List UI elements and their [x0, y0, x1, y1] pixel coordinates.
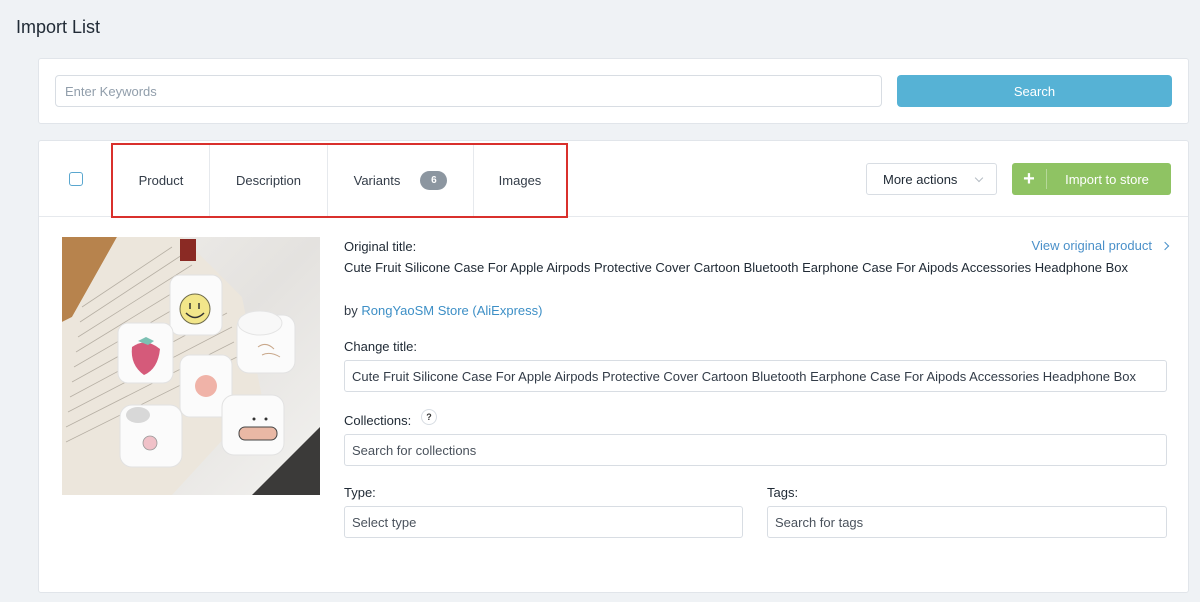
- product-image: [62, 237, 320, 495]
- tags-label: Tags:: [767, 485, 799, 500]
- import-to-store-button[interactable]: + Import to store: [1012, 163, 1171, 195]
- store-link[interactable]: RongYaoSM Store (AliExpress): [361, 303, 542, 318]
- variants-count-badge: 6: [420, 171, 448, 190]
- page-title: Import List: [16, 17, 101, 37]
- more-actions-label: More actions: [883, 171, 958, 187]
- type-select[interactable]: [344, 506, 743, 538]
- view-original-label: View original product: [1031, 238, 1152, 253]
- tab-description[interactable]: Description: [210, 145, 328, 216]
- product-card: Product Description Variants 6 Images Mo…: [38, 140, 1189, 593]
- change-title-label: Change title:: [344, 339, 417, 354]
- search-button[interactable]: Search: [897, 75, 1172, 107]
- page-scroll-gutter: [1189, 0, 1200, 602]
- product-photo: [62, 237, 320, 495]
- tab-label: Variants: [353, 173, 401, 188]
- tab-label: Product: [138, 173, 184, 188]
- tab-label: Images: [498, 173, 542, 188]
- tab-variants[interactable]: Variants 6: [328, 145, 474, 216]
- chevron-down-icon: [974, 173, 984, 183]
- search-card: Search: [38, 58, 1189, 124]
- type-label: Type:: [344, 485, 376, 500]
- product-tabs: Product Description Variants 6 Images: [111, 143, 568, 218]
- chevron-right-icon: [1160, 241, 1170, 250]
- view-original-product-link[interactable]: View original product: [1031, 238, 1170, 253]
- select-product-checkbox[interactable]: [69, 172, 83, 186]
- tab-label: Description: [235, 173, 302, 188]
- tab-product[interactable]: Product: [113, 145, 210, 216]
- more-actions-dropdown[interactable]: More actions: [866, 163, 997, 195]
- collections-search-input[interactable]: [344, 434, 1167, 466]
- store-attribution: by RongYaoSM Store (AliExpress): [344, 303, 542, 318]
- keyword-search-input[interactable]: [55, 75, 882, 107]
- product-card-header: Product Description Variants 6 Images Mo…: [39, 141, 1188, 218]
- collections-label: Collections:: [344, 413, 412, 428]
- original-title-text: Cute Fruit Silicone Case For Apple Airpo…: [344, 260, 1129, 275]
- tags-search-input[interactable]: [767, 506, 1167, 538]
- by-prefix: by: [344, 303, 358, 318]
- help-icon[interactable]: ?: [421, 409, 437, 425]
- original-title-label: Original title:: [344, 239, 417, 254]
- tab-images[interactable]: Images: [474, 145, 566, 216]
- change-title-input[interactable]: [344, 360, 1167, 392]
- import-label: Import to store: [1065, 171, 1149, 187]
- plus-icon: +: [1023, 168, 1035, 190]
